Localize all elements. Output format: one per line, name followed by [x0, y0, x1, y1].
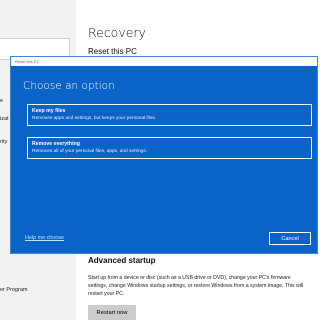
dialog-caption-bar: Reset this PC — [11, 57, 317, 66]
option-description: Removes all of your personal files, apps… — [32, 149, 147, 154]
dialog-title: Choose an option — [23, 80, 115, 92]
option-description: Removes apps and settings, but keeps you… — [32, 116, 157, 121]
section-heading-reset: Reset this PC — [88, 47, 137, 56]
advanced-startup-description: Start up from a device or disc (such as … — [88, 275, 304, 297]
sidebar-item-insider-program[interactable]: er Program — [0, 287, 28, 293]
remove-everything-option[interactable]: Remove everything Removes all of your pe… — [27, 137, 312, 159]
cancel-button[interactable]: Cancel — [269, 232, 311, 245]
keep-my-files-option[interactable]: Keep my files Removes apps and settings,… — [27, 104, 312, 126]
option-title: Remove everything — [32, 141, 80, 147]
sidebar-item-fragment-2[interactable]: izat — [0, 116, 9, 122]
reset-pc-dialog: Reset this PC Choose an option Keep my f… — [10, 56, 318, 254]
sidebar-item-fragment-1[interactable]: e — [0, 98, 3, 104]
help-me-choose-link[interactable]: Help me choose — [25, 235, 64, 241]
section-heading-advanced-startup: Advanced startup — [88, 256, 156, 265]
restart-now-button[interactable]: Restart now — [88, 305, 136, 320]
sidebar-item-fragment-3[interactable]: rity — [0, 139, 7, 145]
page-title: Recovery — [88, 25, 146, 40]
dialog-caption-text: Reset this PC — [15, 58, 40, 64]
option-title: Keep my files — [32, 108, 66, 114]
